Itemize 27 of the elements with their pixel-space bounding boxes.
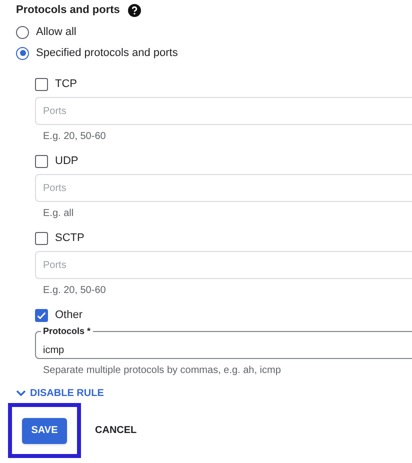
ports-field[interactable]: Ports	[35, 174, 412, 202]
checkbox[interactable]	[35, 154, 48, 168]
section-title: Protocols and ports	[16, 2, 120, 18]
ports-field[interactable]: Ports	[35, 251, 412, 279]
cancel-button[interactable]: CANCEL	[91, 418, 141, 444]
radio-label: Allow all	[36, 24, 76, 40]
checkbox-label: Other	[55, 308, 83, 323]
hint-text: Separate multiple protocols by commas, e.g. ah, icmp	[42, 364, 282, 378]
hint-text: E.g. all	[42, 207, 75, 221]
checkbox-label: TCP	[55, 76, 77, 92]
save-button[interactable]: SAVE	[22, 418, 67, 444]
hint-text: E.g. 20, 50-60	[42, 130, 107, 144]
radio-button[interactable]	[16, 46, 29, 60]
ports-field[interactable]: Ports	[35, 97, 412, 125]
field-value: icmp	[43, 345, 64, 356]
radio-label: Specified protocols and ports	[36, 46, 178, 61]
checkbox[interactable]	[35, 78, 48, 90]
radio-button[interactable]	[16, 26, 29, 38]
chevron-down-icon	[16, 389, 26, 397]
checkbox-label: SCTP	[55, 230, 84, 246]
checkbox-label: UDP	[55, 154, 78, 169]
checkbox[interactable]	[35, 232, 48, 244]
disable-rule-toggle[interactable]: DISABLE RULE	[16, 386, 412, 400]
help-icon[interactable]	[128, 4, 141, 16]
field-label: Protocols *	[41, 325, 93, 337]
hint-text: E.g. 20, 50-60	[42, 284, 107, 298]
checkbox[interactable]	[35, 308, 48, 322]
